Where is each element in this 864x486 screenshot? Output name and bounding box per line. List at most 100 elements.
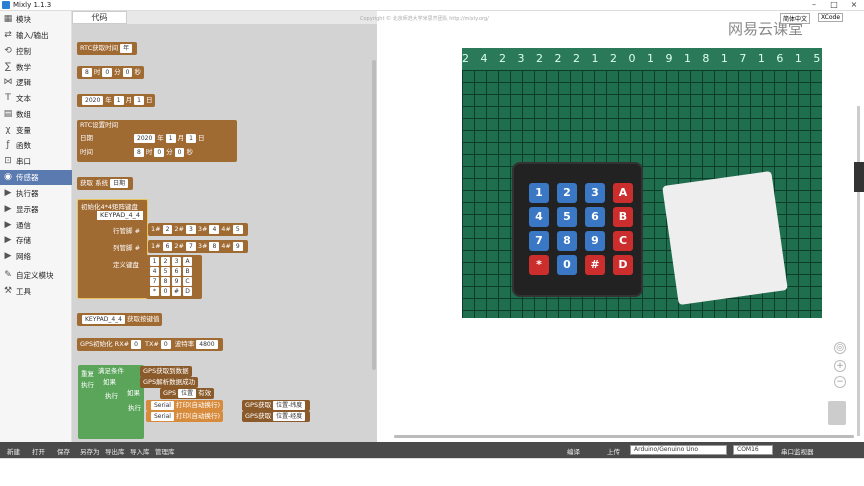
cols-pin-field[interactable]: 6 <box>162 241 173 251</box>
keymap-cell[interactable]: 8 <box>161 277 170 286</box>
sidebar-item-13[interactable]: ▶ 通信 <box>0 218 72 233</box>
keymap-cell[interactable]: 5 <box>161 267 170 276</box>
rows-pin-field[interactable]: 3 <box>186 224 196 234</box>
gps-lat-field[interactable]: 位置-纬度 <box>273 400 306 410</box>
system-get-field[interactable]: 日期 <box>110 178 129 188</box>
sidebar-item-0[interactable]: ▦ 模块 <box>0 12 72 27</box>
if-block-2[interactable]: 如果 <box>124 388 143 399</box>
rows-pin-field[interactable]: 2 <box>162 224 173 234</box>
keymap-cell[interactable]: 1 <box>150 257 159 266</box>
keymap-cell[interactable]: A <box>183 257 192 266</box>
time-hour-field[interactable]: 8 <box>82 67 92 77</box>
serial-print-1[interactable]: Serial 打印(自动换行) <box>146 400 224 411</box>
sidebar-item-3[interactable]: ∑ 数学 <box>0 60 72 75</box>
keymap-cell[interactable]: * <box>150 287 159 296</box>
rtc-set-year[interactable]: 2020 <box>134 133 156 143</box>
sidebar-item-8[interactable]: ƒ 函数 <box>0 138 72 153</box>
col-pins-block[interactable]: 1# 6 2# 7 3# 8 4# 9 <box>148 240 248 253</box>
sidebar-item-11[interactable]: ▶ 执行器 <box>0 186 72 201</box>
maximize-button[interactable]: □ <box>826 0 842 10</box>
keymap-cell[interactable]: 4 <box>150 267 159 276</box>
new-button[interactable]: 新建 <box>7 446 20 456</box>
keymap-cell[interactable]: B <box>183 267 192 276</box>
row-pins-block[interactable]: 1# 2 2# 3 3# 4 4# 5 <box>148 223 248 236</box>
keymap-cell[interactable]: 2 <box>161 257 170 266</box>
sidebar-item-17[interactable]: ⚒ 工具 <box>0 284 72 299</box>
sidebar-item-2[interactable]: ⟲ 控制 <box>0 44 72 59</box>
import-lib-button[interactable]: 导入库 <box>130 446 150 456</box>
zoom-in-icon[interactable]: + <box>834 360 846 372</box>
trash-icon[interactable] <box>828 401 846 425</box>
keymap-cell[interactable]: 9 <box>172 277 181 286</box>
recenter-icon[interactable]: ◎ <box>834 342 846 354</box>
upload-button[interactable]: 上传 <box>607 446 620 456</box>
open-button[interactable]: 打开 <box>32 446 45 456</box>
rtc-get-field[interactable]: 年 <box>120 43 133 53</box>
horizontal-scrollbar[interactable] <box>394 435 854 438</box>
keymap-cell[interactable]: 0 <box>161 287 170 296</box>
sidebar-item-10[interactable]: ◉ 传感器 <box>0 170 72 185</box>
rtc-get-time-block[interactable]: RTC获取时间年 <box>77 42 138 55</box>
save-as-button[interactable]: 另存为 <box>80 446 100 456</box>
keymap-cell[interactable]: # <box>172 287 181 296</box>
keymap-cell[interactable]: 3 <box>172 257 181 266</box>
gps-lon-field[interactable]: 位置-经度 <box>273 411 306 421</box>
if-block-1[interactable]: 如果 <box>100 377 119 388</box>
time-minute-field[interactable]: 0 <box>102 67 113 77</box>
zoom-out-icon[interactable]: − <box>834 376 846 388</box>
repeat-cond[interactable]: 满足条件 <box>95 366 127 377</box>
time-second-field[interactable]: 0 <box>122 67 133 77</box>
rtc-set-month[interactable]: 1 <box>165 133 176 143</box>
date-month-field[interactable]: 1 <box>113 95 124 105</box>
mode-select[interactable]: XCode <box>818 13 844 22</box>
date-block[interactable]: 2020 年 1 月 1 日 <box>77 94 156 107</box>
side-collapse-tab[interactable] <box>854 162 864 192</box>
right-scrollbar[interactable] <box>857 106 860 436</box>
keymap-cell[interactable]: D <box>183 287 192 296</box>
keypad-get-block[interactable]: KEYPAD_4_4 获取按键值 <box>77 313 163 326</box>
gps-baud-field[interactable]: 4800 <box>196 339 218 349</box>
date-day-field[interactable]: 1 <box>134 95 144 105</box>
gps-parse-block[interactable]: GPS解析数据成功 <box>140 377 199 388</box>
keymap-cell[interactable]: 6 <box>172 267 181 276</box>
rows-pin-field[interactable]: 4 <box>209 224 220 234</box>
keymap-cell[interactable]: C <box>183 277 192 286</box>
sidebar-item-14[interactable]: ▶ 存储 <box>0 233 72 248</box>
gps-rx-field[interactable]: 0 <box>131 339 141 349</box>
gps-lat-block[interactable]: GPS获取 位置-纬度 <box>242 400 311 411</box>
minimize-button[interactable]: – <box>806 0 822 10</box>
cols-pin-field[interactable]: 8 <box>209 241 220 251</box>
language-select[interactable]: 简体中文 <box>780 13 811 24</box>
save-button[interactable]: 保存 <box>57 446 70 456</box>
sidebar-item-7[interactable]: χ 变量 <box>0 123 72 138</box>
cols-pin-field[interactable]: 9 <box>232 241 243 251</box>
board-select[interactable]: Arduino/Genuino Uno <box>630 445 727 455</box>
port-select[interactable]: COM16 <box>733 445 773 455</box>
sidebar-item-5[interactable]: T 文本 <box>0 91 72 106</box>
gps-tx-field[interactable]: 0 <box>160 339 171 349</box>
time-block[interactable]: 8时0分0秒 <box>77 66 144 79</box>
rtc-set-day[interactable]: 1 <box>186 133 196 143</box>
keypad-get-name[interactable]: KEYPAD_4_4 <box>82 314 125 324</box>
export-lib-button[interactable]: 导出库 <box>105 446 125 456</box>
gps-lon-block[interactable]: GPS获取 位置-经度 <box>242 411 311 422</box>
gps-valid-block[interactable]: GPS 位置 有效 <box>160 388 215 399</box>
cols-pin-field[interactable]: 7 <box>186 241 196 251</box>
compile-button[interactable]: 编译 <box>567 446 580 456</box>
rtc-set-hour[interactable]: 8 <box>134 147 144 157</box>
sidebar-item-4[interactable]: ⋈ 逻辑 <box>0 75 72 90</box>
serial-print-2[interactable]: Serial 打印(自动换行) <box>146 411 224 422</box>
rtc-set-second[interactable]: 0 <box>174 147 185 157</box>
flyout-scrollbar[interactable] <box>372 60 376 370</box>
sidebar-item-15[interactable]: ▶ 网络 <box>0 249 72 264</box>
manage-lib-button[interactable]: 管理库 <box>155 446 175 456</box>
rtc-set-minute[interactable]: 0 <box>154 147 165 157</box>
serial-field-2[interactable]: Serial <box>151 411 174 421</box>
gps-pos-field[interactable]: 位置 <box>178 388 197 398</box>
sidebar-item-9[interactable]: ⊡ 串口 <box>0 154 72 169</box>
serial-monitor-button[interactable]: 串口监视器 <box>781 446 814 456</box>
serial-field-1[interactable]: Serial <box>151 400 174 410</box>
sidebar-item-6[interactable]: ▤ 数组 <box>0 107 72 122</box>
sidebar-item-12[interactable]: ▶ 显示器 <box>0 202 72 217</box>
keymap-cell[interactable]: 7 <box>150 277 159 286</box>
